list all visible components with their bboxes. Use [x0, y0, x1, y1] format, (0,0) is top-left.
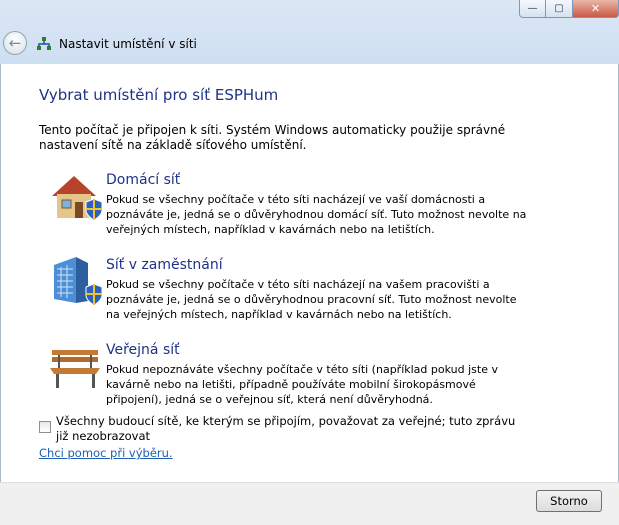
maximize-button[interactable]: ▢	[546, 0, 573, 18]
checkbox-label[interactable]: Všechny budoucí sítě, ke kterým se připo…	[56, 414, 526, 444]
back-arrow-icon: ←	[8, 34, 22, 52]
dialog-footer	[0, 482, 619, 525]
option-home-title[interactable]: Domácí síť	[106, 172, 180, 188]
titlebar-buttons: — ▢ ✕	[519, 0, 619, 18]
back-button[interactable]: ←	[3, 31, 27, 55]
option-work-network[interactable]: Síť v zaměstnání Pokud se všechny počíta…	[48, 257, 548, 321]
help-link[interactable]: Chci pomoc při výběru.	[39, 446, 173, 460]
close-button[interactable]: ✕	[573, 0, 619, 18]
cancel-button[interactable]: Storno	[536, 490, 602, 512]
home-network-icon	[52, 176, 103, 221]
minimize-button[interactable]: —	[519, 0, 546, 18]
option-public-network[interactable]: Veřejná síť Pokud nepoznáváte všechny po…	[48, 342, 548, 406]
option-work-title[interactable]: Síť v zaměstnání	[106, 257, 223, 273]
option-home-network[interactable]: Domácí síť Pokud se všechny počítače v t…	[48, 172, 548, 236]
window-title: Nastavit umístění v síti	[59, 37, 197, 51]
page-title: Vybrat umístění pro síť ESPHum	[39, 86, 279, 104]
option-public-title[interactable]: Veřejná síť	[106, 342, 180, 358]
treat-future-networks-public-checkbox[interactable]	[39, 421, 51, 433]
public-network-icon	[50, 350, 100, 388]
network-icon	[37, 37, 51, 50]
intro-text: Tento počítač je připojen k síti. Systém…	[39, 123, 506, 152]
work-network-icon	[54, 257, 103, 306]
option-work-description: Pokud se všechny počítače v této síti na…	[106, 278, 517, 321]
option-public-description: Pokud nepoznáváte všechny počítače v tét…	[106, 363, 498, 406]
option-home-description: Pokud se všechny počítače v této síti na…	[106, 193, 527, 236]
